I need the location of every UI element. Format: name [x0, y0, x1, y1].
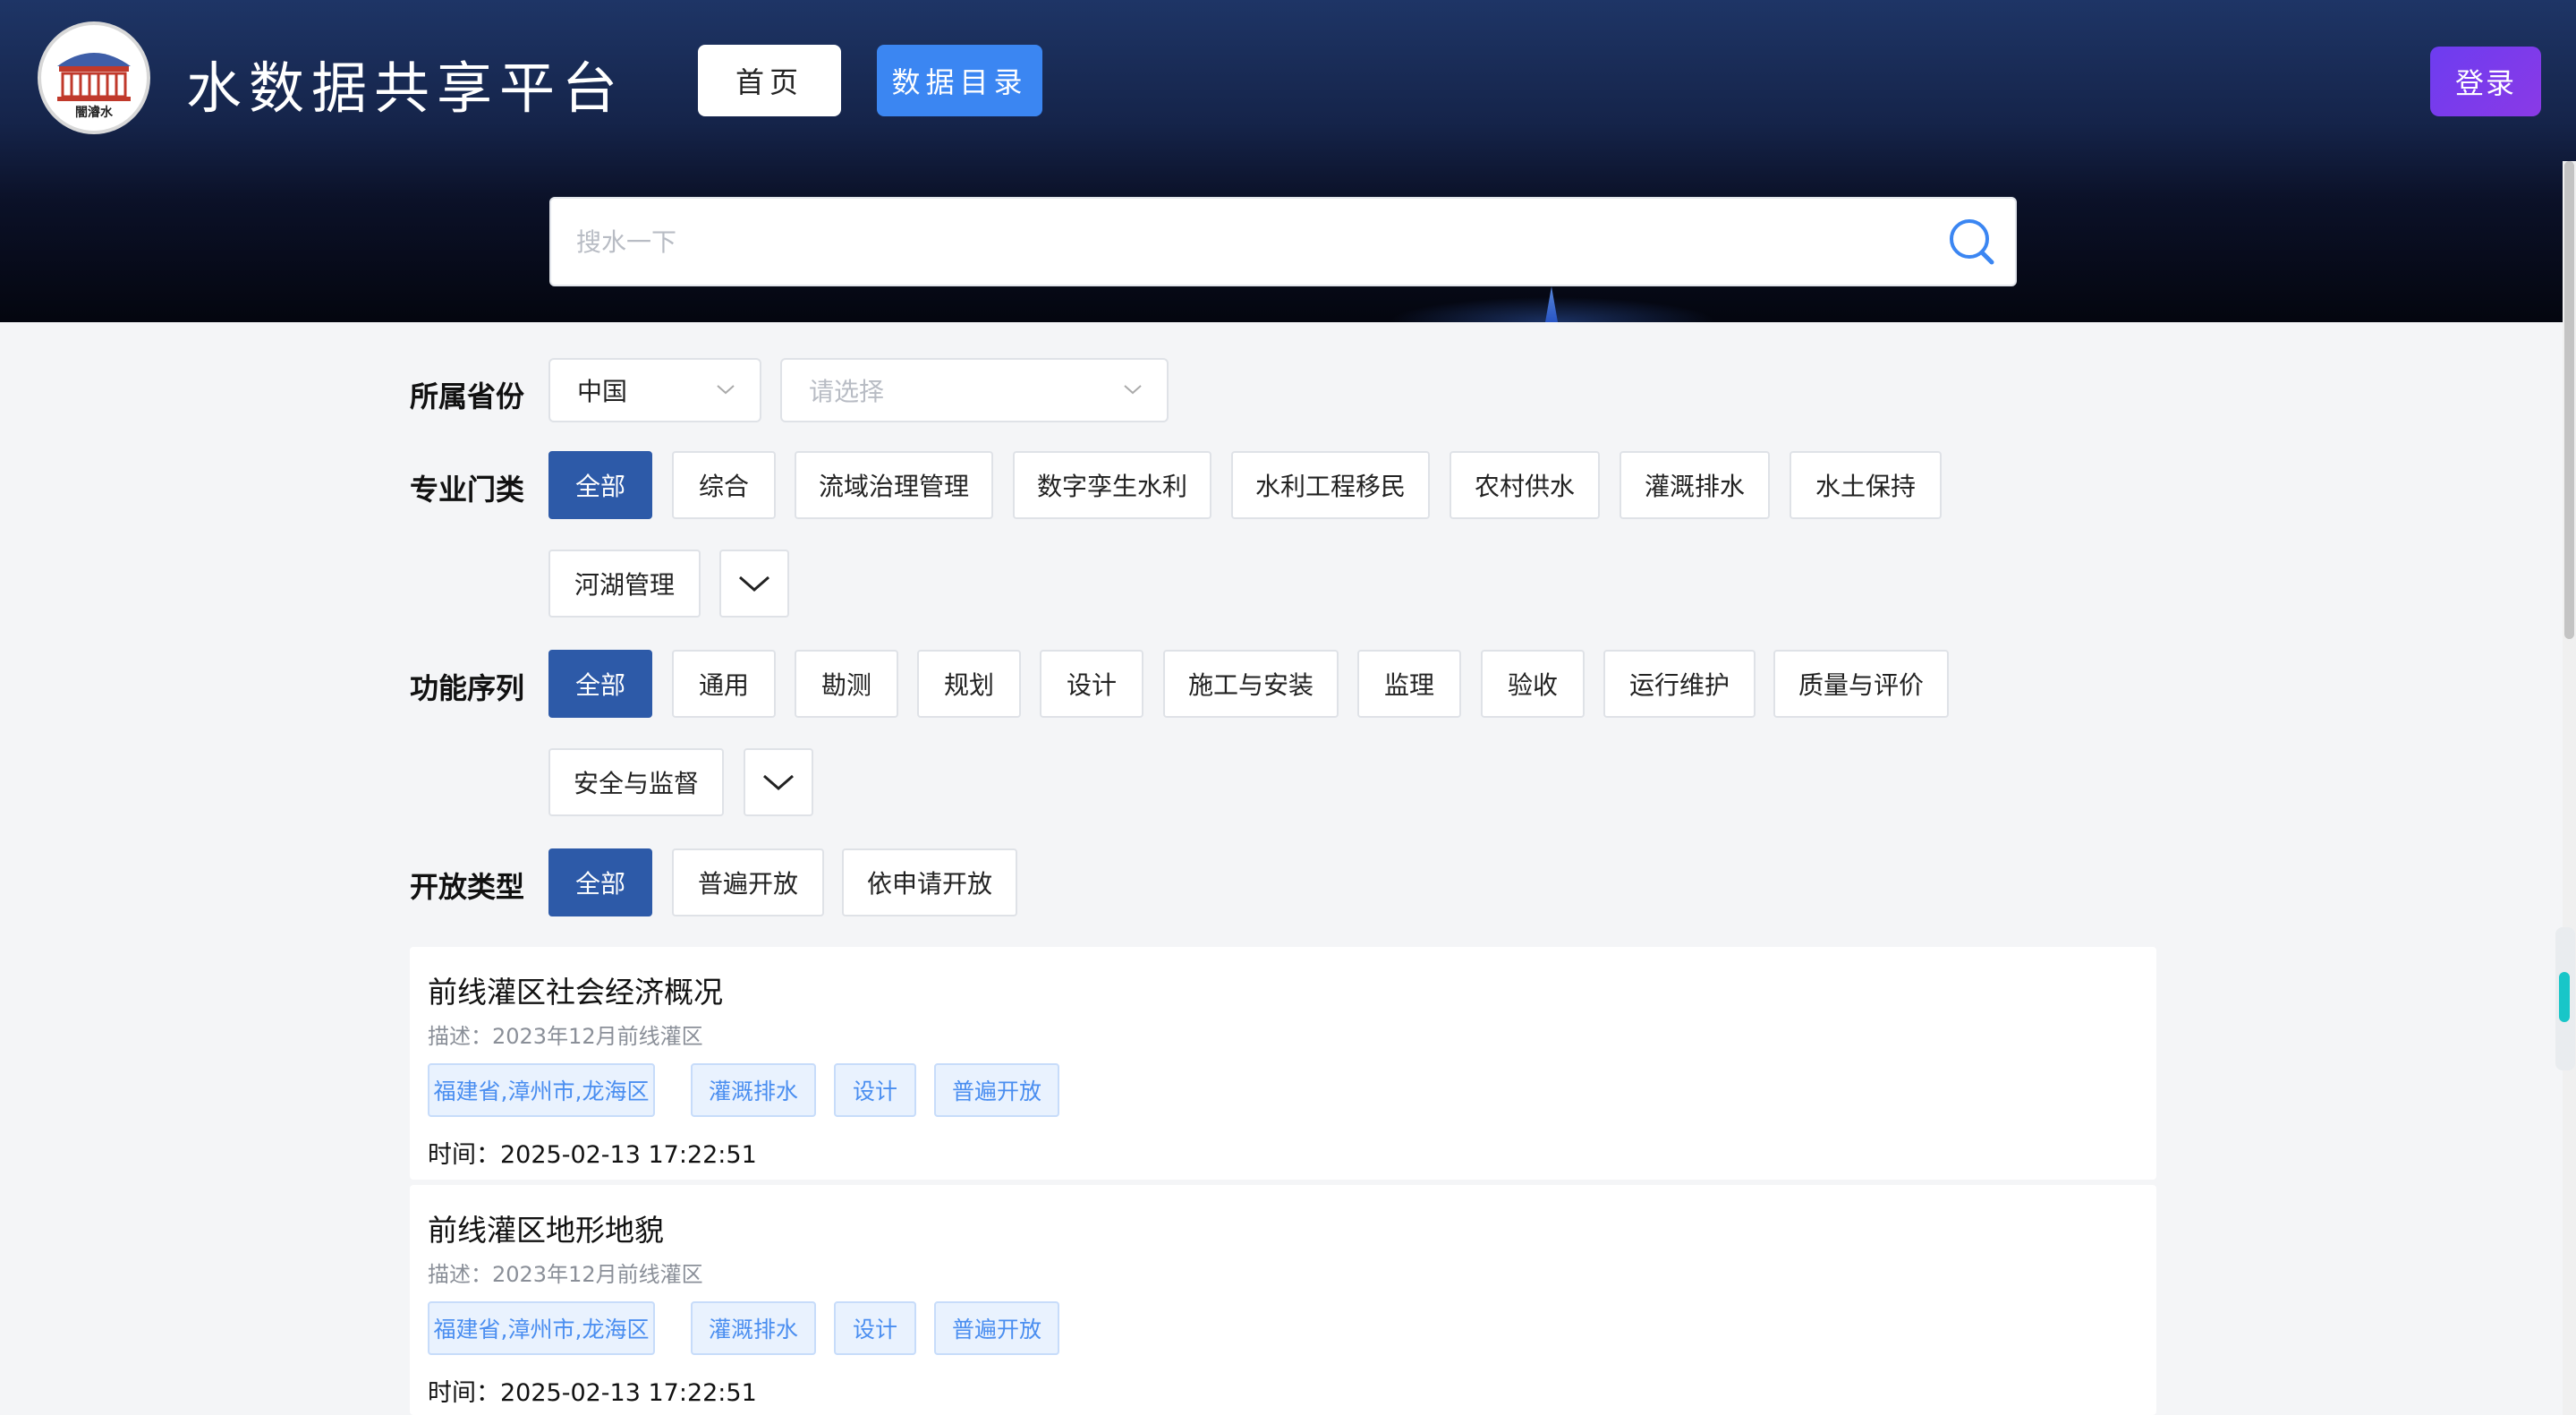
- search-input[interactable]: [576, 199, 1900, 285]
- open-type-filter-label: 开放类型: [410, 870, 525, 904]
- function-chip-acceptance[interactable]: 验收: [1481, 650, 1585, 718]
- site-title: 水数据共享平台: [186, 55, 625, 121]
- function-chip-all[interactable]: 全部: [548, 650, 652, 718]
- function-chip-planning[interactable]: 规划: [917, 650, 1021, 718]
- function-chip-construction[interactable]: 施工与安装: [1163, 650, 1339, 718]
- province-select[interactable]: 请选择: [780, 358, 1169, 422]
- search-icon[interactable]: [1947, 217, 1997, 267]
- chevron-down-icon: [717, 385, 735, 395]
- function-chip-operation[interactable]: 运行维护: [1603, 650, 1756, 718]
- nav-home-button[interactable]: 首页: [698, 45, 841, 116]
- discipline-chip-general[interactable]: 综合: [672, 451, 776, 519]
- province-select-placeholder: 请选择: [809, 377, 885, 406]
- chevron-down-icon: [739, 575, 769, 592]
- tower-graphic: [1545, 286, 1558, 322]
- function-expand-button[interactable]: [744, 748, 813, 816]
- chevron-down-icon: [763, 774, 794, 790]
- discipline-expand-button[interactable]: [719, 550, 789, 618]
- result-card[interactable]: 前线灌区地形地貌 描述：2023年12月前线灌区 福建省,漳州市,龙海区 灌溉排…: [410, 1185, 2156, 1415]
- function-chip-safety[interactable]: 安全与监督: [548, 748, 724, 816]
- function-chip-quality[interactable]: 质量与评价: [1773, 650, 1949, 718]
- nav-catalog-button[interactable]: 数据目录: [877, 45, 1042, 116]
- open-type-chip-on-request[interactable]: 依申请开放: [842, 848, 1017, 916]
- discipline-chip-digital-twin[interactable]: 数字孪生水利: [1013, 451, 1211, 519]
- result-tag-region: 福建省,漳州市,龙海区: [428, 1063, 655, 1117]
- country-select[interactable]: 中国: [548, 358, 761, 422]
- discipline-chip-basin[interactable]: 流域治理管理: [795, 451, 993, 519]
- chevron-down-icon: [1124, 385, 1142, 395]
- function-filter-label: 功能序列: [410, 671, 525, 705]
- login-button[interactable]: 登录: [2430, 47, 2541, 116]
- result-card-desc: 描述：2023年12月前线灌区: [428, 1262, 703, 1287]
- result-card-title[interactable]: 前线灌区社会经济概况: [428, 968, 723, 1011]
- search-box: [549, 197, 2017, 286]
- discipline-chip-all[interactable]: 全部: [548, 451, 652, 519]
- country-select-value: 中国: [577, 377, 628, 406]
- result-tag-open-type: 普遍开放: [934, 1301, 1059, 1355]
- result-card[interactable]: 前线灌区社会经济概况 描述：2023年12月前线灌区 福建省,漳州市,龙海区 灌…: [410, 947, 2156, 1180]
- result-card-title[interactable]: 前线灌区地形地貌: [428, 1206, 664, 1249]
- discipline-chip-river-lake[interactable]: 河湖管理: [548, 550, 701, 618]
- result-tag-function: 设计: [834, 1063, 916, 1117]
- result-card-desc: 描述：2023年12月前线灌区: [428, 1024, 703, 1049]
- open-type-chip-public[interactable]: 普遍开放: [672, 848, 824, 916]
- open-type-chip-all[interactable]: 全部: [548, 848, 652, 916]
- result-tag-region: 福建省,漳州市,龙海区: [428, 1301, 655, 1355]
- result-tag-discipline: 灌溉排水: [691, 1301, 816, 1355]
- discipline-chip-soil[interactable]: 水土保持: [1790, 451, 1942, 519]
- result-tag-open-type: 普遍开放: [934, 1063, 1059, 1117]
- result-tag-function: 设计: [834, 1301, 916, 1355]
- function-chip-common[interactable]: 通用: [672, 650, 776, 718]
- discipline-filter-label: 专业门类: [410, 473, 525, 507]
- province-filter-label: 所属省份: [410, 379, 525, 413]
- result-tag-discipline: 灌溉排水: [691, 1063, 816, 1117]
- function-chip-supervision[interactable]: 监理: [1357, 650, 1461, 718]
- discipline-chip-irrigation[interactable]: 灌溉排水: [1620, 451, 1770, 519]
- page-scrollbar-thumb[interactable]: [2564, 161, 2574, 639]
- function-chip-survey[interactable]: 勘测: [795, 650, 898, 718]
- side-tab-indicator[interactable]: [2559, 972, 2570, 1022]
- site-logo[interactable]: 闇濬水: [38, 21, 150, 134]
- discipline-chip-resettlement[interactable]: 水利工程移民: [1231, 451, 1430, 519]
- function-chip-design[interactable]: 设计: [1040, 650, 1143, 718]
- result-card-time: 时间：2025-02-13 17:22:51: [428, 1379, 757, 1407]
- discipline-chip-rural-water[interactable]: 农村供水: [1450, 451, 1600, 519]
- logo-text: 闇濬水: [75, 105, 114, 120]
- result-card-time: 时间：2025-02-13 17:22:51: [428, 1141, 757, 1169]
- building-logo-icon: 闇濬水: [57, 53, 131, 120]
